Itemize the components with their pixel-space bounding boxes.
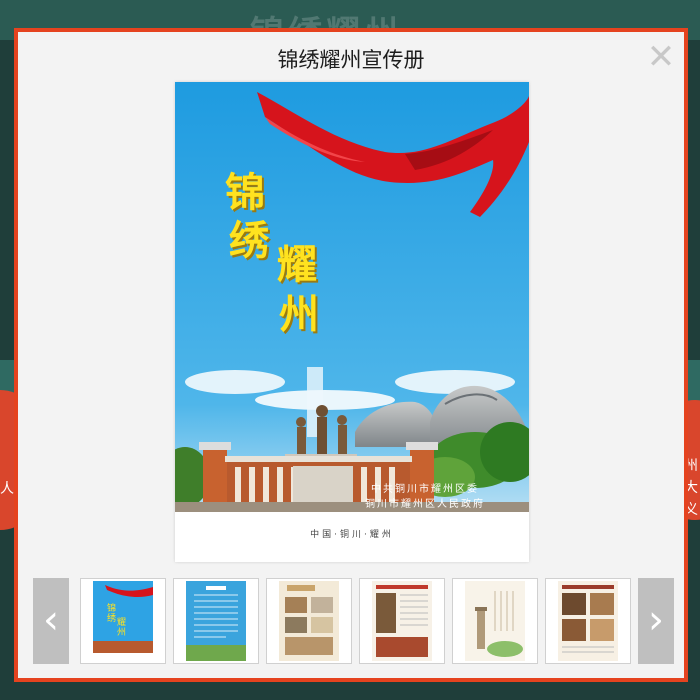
thumbnail-page-4[interactable] — [359, 578, 445, 664]
cover-org-line-2: 铜川市耀州区人民政府 — [365, 499, 485, 510]
brochure-modal: 锦绣耀州宣传册 ✕ 锦 绣 耀 州 中共铜川市耀州区委 铜川市耀州区人民政府 中… — [14, 28, 688, 682]
modal-title: 锦绣耀州宣传册 — [277, 48, 425, 72]
cover-location: 中国·铜川·耀州 — [310, 530, 394, 540]
svg-text:绣: 绣 — [107, 612, 116, 624]
thumbnail-cover-image: 锦 绣 耀 州 — [93, 585, 153, 661]
thumbnail-page-4-image — [376, 585, 428, 657]
thumbnail-page-2[interactable] — [173, 578, 259, 664]
cover-preview: 锦 绣 耀 州 中共铜川市耀州区委 铜川市耀州区人民政府 中国·铜川·耀州 — [175, 82, 529, 562]
chevron-right-icon[interactable]: › — [638, 578, 674, 664]
svg-text:州: 州 — [117, 627, 126, 638]
thumbnail-page-5-image — [475, 591, 523, 657]
svg-text:锦: 锦 — [107, 602, 116, 614]
thumbnail-page-5[interactable] — [452, 578, 538, 664]
thumbnail-page-3-image — [285, 585, 333, 655]
svg-text:耀: 耀 — [117, 617, 126, 628]
background-text-left: 人 — [0, 481, 14, 497]
thumbnail-page-6-image — [562, 585, 614, 653]
close-icon[interactable]: ✕ — [646, 40, 676, 74]
cover-organization: 中共铜川市耀州区委 铜川市耀州区人民政府 — [325, 482, 525, 512]
cover-calligraphy-4: 州 — [279, 291, 319, 338]
thumbnail-strip: ‹ 锦 绣 耀 州 › — [33, 578, 674, 668]
thumbnail-page-3[interactable] — [266, 578, 352, 664]
thumbnail-cover[interactable]: 锦 绣 耀 州 — [80, 578, 166, 664]
chevron-left-icon[interactable]: ‹ — [33, 578, 69, 664]
thumbnail-page-6[interactable] — [545, 578, 631, 664]
thumbnail-page-2-image — [186, 586, 246, 661]
cover-calligraphy-2: 绣 — [229, 217, 269, 264]
cover-org-line-1: 中共铜川市耀州区委 — [371, 484, 479, 495]
